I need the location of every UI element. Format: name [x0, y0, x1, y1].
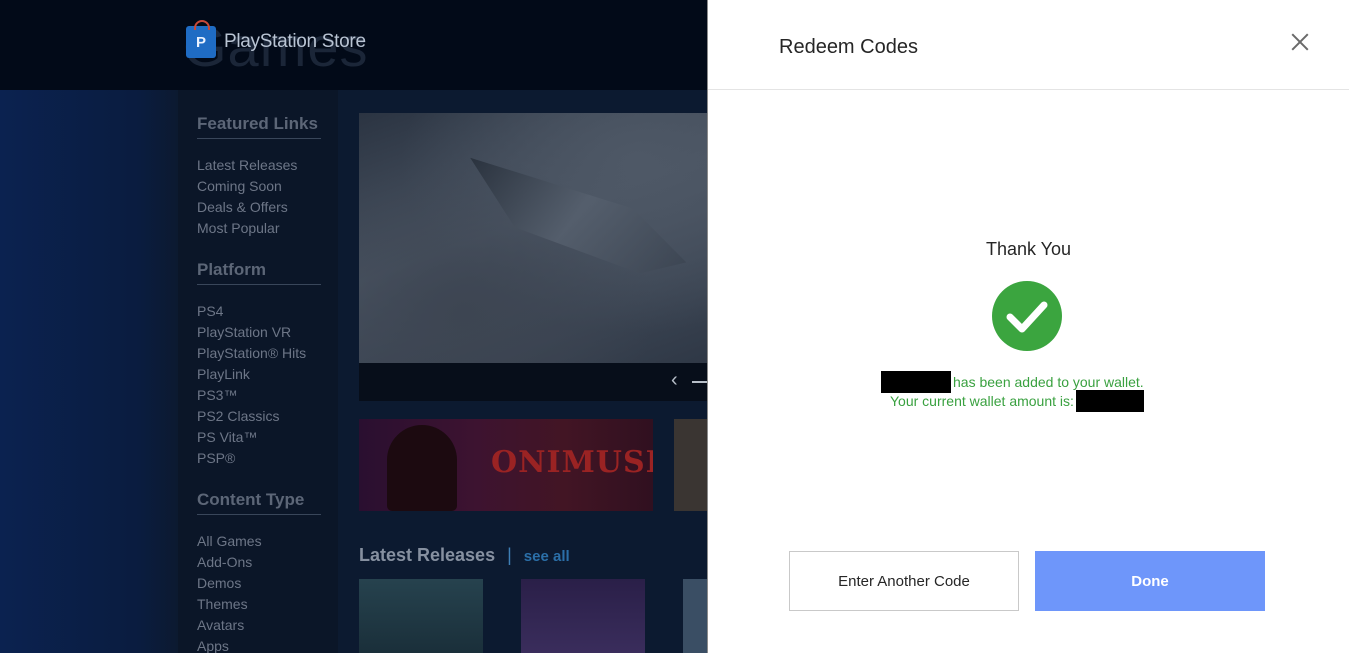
content-type-heading: Content Type [197, 490, 321, 515]
playstation-bag-icon: P [186, 20, 216, 58]
sidebar-item-playlink[interactable]: PlayLink [197, 364, 321, 385]
sidebar-item-demos[interactable]: Demos [197, 573, 321, 594]
close-icon[interactable] [1288, 30, 1312, 54]
sidebar-item-ps3[interactable]: PS3™ [197, 385, 321, 406]
wallet-balance-text: Your current wallet amount is: [890, 393, 1074, 409]
sidebar-item-coming-soon[interactable]: Coming Soon [197, 176, 321, 197]
modal-title: Redeem Codes [779, 36, 918, 58]
heading-separator: | [507, 545, 512, 565]
sidebar-item-avatars[interactable]: Avatars [197, 615, 321, 636]
sidebar-item-apps[interactable]: Apps [197, 636, 321, 653]
game-thumbnail[interactable] [683, 579, 707, 653]
hero-banner-image[interactable] [359, 113, 707, 363]
sidebar-item-playstation-hits[interactable]: PlayStation® Hits [197, 343, 321, 364]
fighter-jet-artwork [447, 122, 701, 314]
carousel-controls: ‹ [359, 363, 707, 401]
added-to-wallet-message: has been added to your wallet. [881, 371, 1144, 393]
sidebar-item-latest-releases[interactable]: Latest Releases [197, 155, 321, 176]
store-sidebar: Featured Links Latest Releases Coming So… [178, 90, 338, 653]
sidebar-item-all-games[interactable]: All Games [197, 531, 321, 552]
latest-releases-header: Latest Releases | see all [359, 545, 570, 566]
thank-you-heading: Thank You [985, 239, 1072, 259]
content-type-section: Content Type All Games Add-Ons Demos The… [197, 490, 321, 653]
wallet-balance-message: Your current wallet amount is: [890, 390, 1144, 412]
sidebar-item-playstation-vr[interactable]: PlayStation VR [197, 322, 321, 343]
platform-heading: Platform [197, 260, 321, 285]
promo-tile-partial[interactable] [674, 419, 707, 511]
chevron-left-icon[interactable]: ‹ [671, 369, 678, 392]
see-all-link[interactable]: see all [524, 548, 570, 565]
sidebar-item-ps4[interactable]: PS4 [197, 301, 321, 322]
redeem-codes-panel: Redeem Codes Thank You has been added to… [707, 0, 1349, 653]
sidebar-item-ps2-classics[interactable]: PS2 Classics [197, 406, 321, 427]
sidebar-item-psp[interactable]: PSP® [197, 448, 321, 469]
sidebar-item-themes[interactable]: Themes [197, 594, 321, 615]
sidebar-item-add-ons[interactable]: Add-Ons [197, 552, 321, 573]
checkmark-icon [992, 281, 1062, 351]
modal-header: Redeem Codes [708, 0, 1349, 90]
warrior-artwork [387, 425, 457, 511]
featured-links-heading: Featured Links [197, 114, 321, 139]
enter-another-code-button[interactable]: Enter Another Code [789, 551, 1019, 611]
done-button[interactable]: Done [1035, 551, 1265, 611]
latest-releases-heading: Latest Releases [359, 545, 496, 565]
added-to-wallet-text: has been added to your wallet. [953, 374, 1144, 390]
redacted-wallet-balance [1075, 390, 1144, 412]
sidebar-item-deals-offers[interactable]: Deals & Offers [197, 197, 321, 218]
sidebar-item-most-popular[interactable]: Most Popular [197, 218, 321, 239]
carousel-indicator[interactable] [692, 381, 707, 383]
platform-section: Platform PS4 PlayStation VR PlayStation®… [197, 260, 321, 469]
game-thumbnail[interactable] [521, 579, 645, 653]
featured-links-section: Featured Links Latest Releases Coming So… [197, 114, 321, 239]
store-header: Games P PlayStation Store [0, 0, 707, 90]
playstation-store-logo[interactable]: P PlayStation Store [186, 20, 366, 58]
game-thumbnail[interactable] [359, 579, 483, 653]
sidebar-item-ps-vita[interactable]: PS Vita™ [197, 427, 321, 448]
promo-tile-title: ONIMUSHA [491, 445, 653, 480]
store-brand-name: PlayStation Store [224, 31, 366, 52]
store-background: Games P PlayStation Store Featured Links… [0, 0, 707, 653]
promo-tile-onimusha[interactable]: ONIMUSHA [359, 419, 653, 511]
